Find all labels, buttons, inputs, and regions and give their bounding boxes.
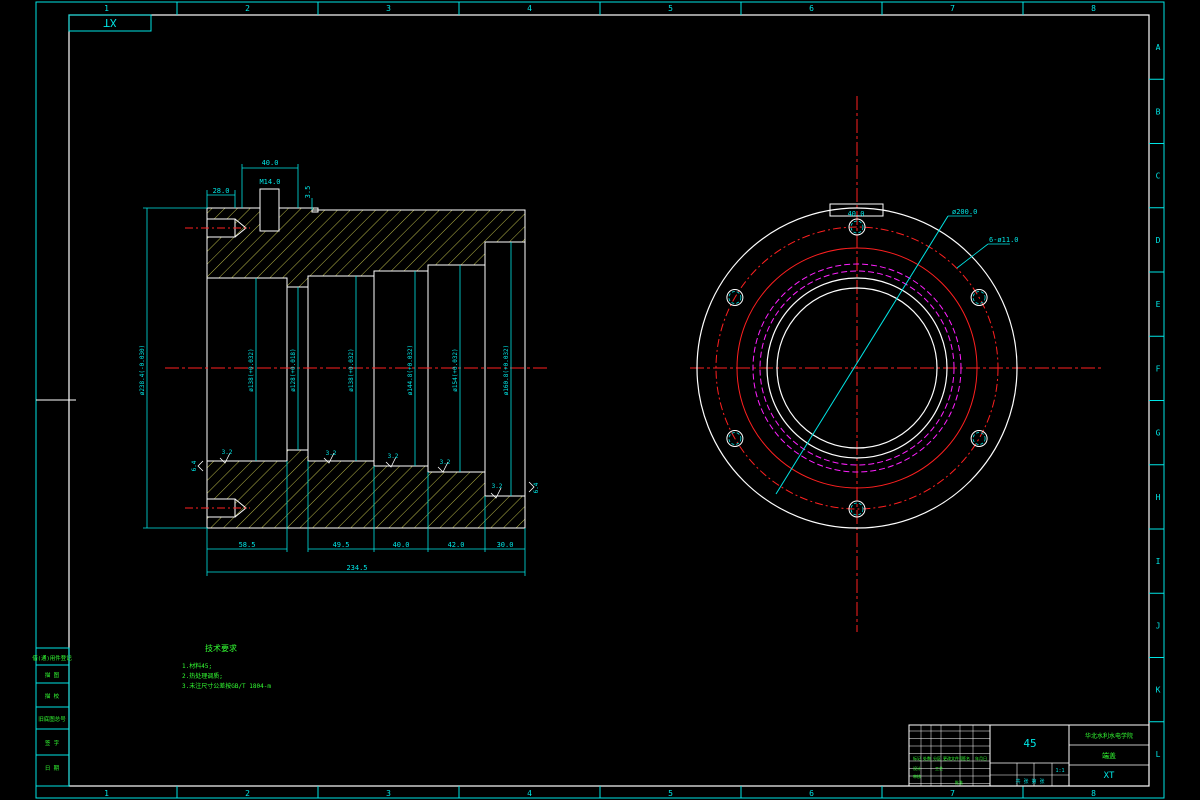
zone-col-label: 6 [809, 789, 814, 798]
finish-right: 6.4 [533, 482, 540, 493]
zone-row-label: K [1156, 686, 1161, 695]
zone-row-label: G [1156, 429, 1161, 438]
dim-left-chamfer: 28.0 [213, 187, 230, 195]
dim-slot: M14.0 [259, 178, 280, 186]
notes-line-3: 3.未注尺寸公差按GB/T 1804-m [182, 682, 271, 690]
zone-row-label: C [1156, 172, 1161, 181]
zone-row-label: L [1156, 750, 1161, 759]
notes-line-2: 2.热处理调质; [182, 672, 223, 680]
end-key-width: 40.0 [848, 210, 865, 218]
zone-labels: 1122334455667788ABCDEFGHIJKL [104, 4, 1161, 798]
zone-row-label: H [1156, 493, 1161, 502]
zone-col-label: 3 [386, 789, 391, 798]
title-scale: 1:1 [1055, 768, 1064, 774]
tb-row-label-6: 年月日 [975, 755, 987, 761]
tb-row-label-4: 更改文件号 [943, 755, 963, 761]
title-part-name: 端盖 [1102, 751, 1116, 760]
zone-col-label: 2 [245, 789, 250, 798]
zone-row-label: E [1156, 300, 1161, 309]
dim-bore5: ø154(+0.032) [452, 348, 459, 391]
zone-row-label: F [1156, 364, 1161, 373]
tb-row-label-1: 标记 [913, 755, 921, 761]
notes-line-1: 1.材料45; [182, 662, 212, 670]
zone-col-label: 1 [104, 4, 109, 13]
cad-drawing: 1122334455667788ABCDEFGHIJKL XT 借(通)用件登记… [32, 1, 1165, 799]
notes-heading: 技术要求 [205, 643, 237, 653]
title-school: 华北水利水电学院 [1085, 732, 1133, 740]
dim-bore4: ø144.8(+0.032) [407, 345, 414, 396]
zone-col-label: 3 [386, 4, 391, 13]
zone-col-label: 5 [668, 789, 673, 798]
drawing-code-box: XT [68, 14, 152, 32]
drawing-code: XT [103, 16, 117, 29]
tb-row-label-3: 分区 [933, 755, 941, 761]
dim-seg2: 49.5 [333, 541, 350, 549]
dim-seg5: 30.0 [497, 541, 514, 549]
zone-col-label: 7 [950, 789, 955, 798]
tb-sign-3: 工艺 [935, 766, 943, 771]
strip-label-3: 描 校 [45, 692, 60, 700]
title-code: XT [1104, 771, 1115, 781]
dim-seg4: 42.0 [448, 541, 465, 549]
zone-row-label: J [1156, 621, 1161, 630]
zone-col-label: 7 [950, 4, 955, 13]
strip-label-6: 日 期 [45, 765, 60, 772]
zone-col-label: 2 [245, 4, 250, 13]
finish-3: 3.2 [388, 453, 399, 460]
title-sheet: 共 张 第 张 [1015, 778, 1044, 785]
finish-left: 6.4 [191, 460, 198, 471]
tb-sign-2: 审核 [913, 773, 921, 779]
title-material: 45 [1023, 737, 1036, 750]
strip-label-1: 借(通)用件登记 [32, 654, 72, 662]
zone-row-label: D [1156, 236, 1161, 245]
end-view: 40.0 ø200.0 6-ø11.0 [690, 96, 1102, 632]
dim-bore3: ø138(+0.032) [348, 348, 355, 391]
dim-bore2: ø128(+0.018) [290, 348, 297, 391]
dim-top-slot: 40.0 [262, 159, 279, 167]
technical-notes: 技术要求 1.材料45; 2.热处理调质; 3.未注尺寸公差按GB/T 1804… [182, 643, 271, 690]
strip-label-5: 签 字 [45, 739, 60, 747]
dim-overall: 234.5 [346, 564, 367, 572]
zone-col-label: 6 [809, 4, 814, 13]
zone-row-label: A [1156, 43, 1161, 52]
dim-bore1: ø138(+0.032) [248, 348, 255, 391]
zone-col-label: 8 [1091, 789, 1096, 798]
zone-col-label: 1 [104, 789, 109, 798]
strip-label-4: 旧底图总号 [38, 715, 66, 723]
dim-right-step: 3.5 [304, 186, 312, 199]
zone-row-label: I [1156, 557, 1161, 566]
tb-row-label-2: 处数 [923, 755, 931, 761]
finish-5: 3.2 [492, 483, 503, 490]
dim-outer-dia: ø238.4(-0.030) [139, 345, 146, 396]
dim-bore6: ø160.8(+0.032) [503, 345, 510, 396]
title-block: 45 华北水利水电学院 端盖 XT 1:1 共 张 第 张 标记 处数 分区 更… [908, 724, 1150, 787]
zone-col-label: 4 [527, 789, 532, 798]
zone-col-label: 8 [1091, 4, 1096, 13]
zone-col-label: 5 [668, 4, 673, 13]
zone-row-label: B [1156, 107, 1161, 116]
dim-seg1: 58.5 [239, 541, 256, 549]
end-holes: 6-ø11.0 [989, 236, 1019, 244]
tb-sign-1: 设计 [913, 765, 921, 771]
tb-sign-4: 批准 [955, 779, 963, 785]
zone-col-label: 4 [527, 4, 532, 13]
finish-2: 3.2 [326, 450, 337, 457]
tb-row-label-5: 签名 [962, 755, 970, 761]
left-signature-strip: 借(通)用件登记 描 图 描 校 旧底图总号 签 字 日 期 [32, 647, 72, 787]
dim-seg3: 40.0 [393, 541, 410, 549]
end-pcd: ø200.0 [952, 208, 977, 216]
strip-label-2: 描 图 [45, 671, 60, 679]
finish-1: 3.2 [222, 449, 233, 456]
finish-4: 3.2 [440, 459, 451, 466]
section-view: 40.0 M14.0 28.0 3.5 58.5 49.5 40.0 42.0 … [139, 159, 550, 576]
